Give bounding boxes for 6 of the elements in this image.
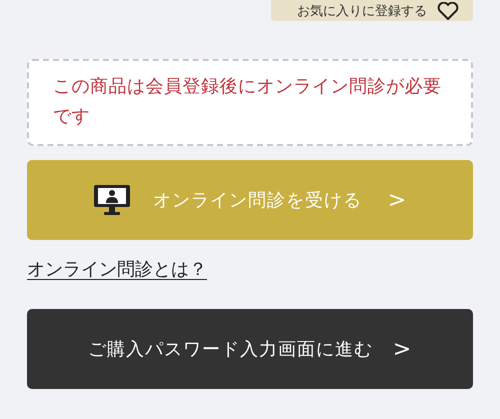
- notice-message: この商品は会員登録後にオンライン問診が必要です: [27, 59, 473, 146]
- password-entry-button[interactable]: ご購入パスワード入力画面に進む >: [27, 309, 473, 389]
- about-consultation-link[interactable]: オンライン問診とは？: [27, 257, 207, 281]
- favorite-button[interactable]: お気に入りに登録する: [271, 0, 473, 21]
- video-call-icon: [92, 184, 131, 216]
- heart-icon: [437, 2, 459, 20]
